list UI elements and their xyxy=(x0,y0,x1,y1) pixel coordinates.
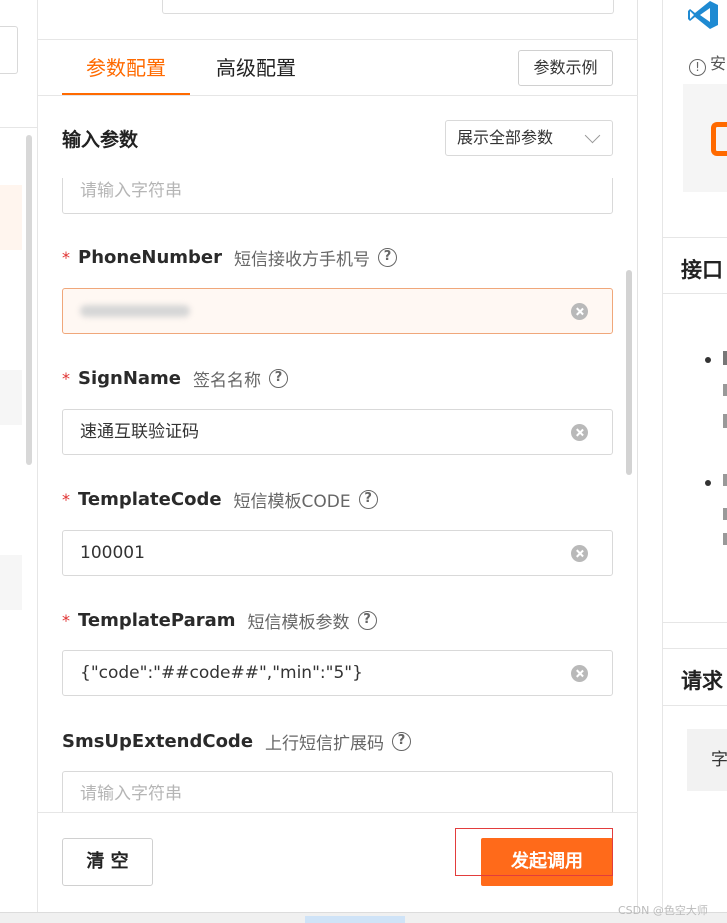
field-label-sms-up-extend-code: SmsUpExtendCode 上行短信扩展码 ? xyxy=(62,729,412,754)
clear-icon[interactable] xyxy=(571,303,588,320)
field-name: SmsUpExtendCode xyxy=(62,731,254,752)
input-value: 100001 xyxy=(80,543,145,563)
divider xyxy=(0,127,38,128)
tab-params-config[interactable]: 参数配置 xyxy=(62,40,190,96)
clear-icon[interactable] xyxy=(571,545,588,562)
required-mark: * xyxy=(62,490,70,509)
help-icon[interactable]: ? xyxy=(357,611,377,630)
right-panel: ! 安 接口 请求 字 xyxy=(662,0,727,923)
field-label-sign-name: * SignName 签名名称 ? xyxy=(62,366,289,391)
config-tabs: 参数配置 高级配置 xyxy=(62,40,320,96)
param-filter-select[interactable]: 展示全部参数 xyxy=(445,120,613,156)
text-fragment xyxy=(723,508,727,520)
bullet xyxy=(705,480,711,486)
template-param-input[interactable]: {"code":"##code##","min":"5"} xyxy=(62,650,613,696)
field-description: 短信模板CODE xyxy=(233,492,351,512)
text-fragment xyxy=(723,351,727,365)
help-icon[interactable]: ? xyxy=(358,490,378,509)
phone-number-input[interactable] xyxy=(62,288,613,334)
tab-advanced-config[interactable]: 高级配置 xyxy=(190,40,320,96)
params-example-button[interactable]: 参数示例 xyxy=(518,50,613,86)
card-title: 接口 xyxy=(681,258,723,282)
help-icon[interactable]: ? xyxy=(269,369,289,388)
text-fragment xyxy=(723,414,727,428)
warning-row: ! 安 xyxy=(689,50,726,76)
aliyun-logo-icon xyxy=(711,122,727,156)
warning-icon: ! xyxy=(689,59,706,76)
left-panel-selected-item[interactable] xyxy=(0,185,22,250)
left-panel-item[interactable] xyxy=(0,555,22,610)
invoke-button[interactable]: 发起调用 xyxy=(481,838,613,886)
field-label-template-param: * TemplateParam 短信模板参数 ? xyxy=(62,608,377,633)
redacted-phone-number xyxy=(80,305,190,317)
field-name: SignName xyxy=(78,368,182,389)
chevron-down-icon xyxy=(584,127,601,144)
help-icon[interactable]: ? xyxy=(392,732,412,751)
field-label-template-code: * TemplateCode 短信模板CODE ? xyxy=(62,487,378,512)
divider xyxy=(663,293,727,294)
required-mark: * xyxy=(62,611,70,630)
request-card: 请求 字 xyxy=(663,648,727,923)
left-panel-box xyxy=(0,26,18,74)
divider xyxy=(38,812,638,813)
top-input[interactable] xyxy=(162,0,614,14)
watermark: CSDN @色空大师 xyxy=(618,904,708,917)
clear-icon[interactable] xyxy=(571,424,588,441)
params-scroll-area[interactable]: 请输入字符串 * PhoneNumber 短信接收方手机号 ? * SignNa… xyxy=(38,178,638,812)
clear-icon[interactable] xyxy=(571,665,588,682)
text-fragment xyxy=(723,384,727,396)
input-value: {"code":"##code##","min":"5"} xyxy=(80,663,363,683)
input-placeholder: 请输入字符串 xyxy=(80,181,182,201)
divider xyxy=(663,705,727,706)
field-name: PhoneNumber xyxy=(78,247,222,268)
params-scrollbar[interactable] xyxy=(626,270,632,475)
clear-button[interactable]: 清 空 xyxy=(62,838,153,886)
params-panel: 参数配置 高级配置 参数示例 输入参数 展示全部参数 请输入字符串 * Phon… xyxy=(38,0,638,912)
field-label-phone-number: * PhoneNumber 短信接收方手机号 ? xyxy=(62,245,397,270)
text-fragment xyxy=(723,533,727,545)
vscode-icon[interactable] xyxy=(687,0,719,30)
field-description: 短信接收方手机号 xyxy=(234,250,370,270)
left-panel-item[interactable] xyxy=(0,370,22,425)
required-mark: * xyxy=(62,369,70,388)
api-info-card: 接口 xyxy=(663,237,727,623)
input-value: 速通互联验证码 xyxy=(80,422,199,442)
field-name: TemplateCode xyxy=(78,489,222,510)
text-fragment xyxy=(723,474,727,486)
field-description: 签名名称 xyxy=(193,371,262,391)
sms-up-extend-code-input[interactable]: 请输入字符串 xyxy=(62,771,613,812)
input-placeholder: 请输入字符串 xyxy=(80,784,182,804)
help-icon[interactable]: ? xyxy=(378,248,397,267)
required-mark: * xyxy=(62,248,70,267)
string-input[interactable]: 请输入字符串 xyxy=(62,178,613,214)
table-header-cell: 字 xyxy=(687,729,727,791)
tabs-underline xyxy=(38,95,638,96)
left-scrollbar[interactable] xyxy=(26,135,32,465)
taskbar-item[interactable] xyxy=(305,916,405,923)
warning-text: 安 xyxy=(710,54,727,73)
template-code-input[interactable]: 100001 xyxy=(62,530,613,576)
field-description: 上行短信扩展码 xyxy=(265,734,385,754)
section-title: 输入参数 xyxy=(62,129,139,151)
param-filter-value: 展示全部参数 xyxy=(457,128,554,147)
sign-name-input[interactable]: 速通互联验证码 xyxy=(62,409,613,455)
field-name: TemplateParam xyxy=(78,610,236,631)
bullet xyxy=(705,357,711,363)
card-title: 请求 xyxy=(681,669,723,693)
left-panel xyxy=(0,0,38,923)
field-description: 短信模板参数 xyxy=(247,613,350,633)
